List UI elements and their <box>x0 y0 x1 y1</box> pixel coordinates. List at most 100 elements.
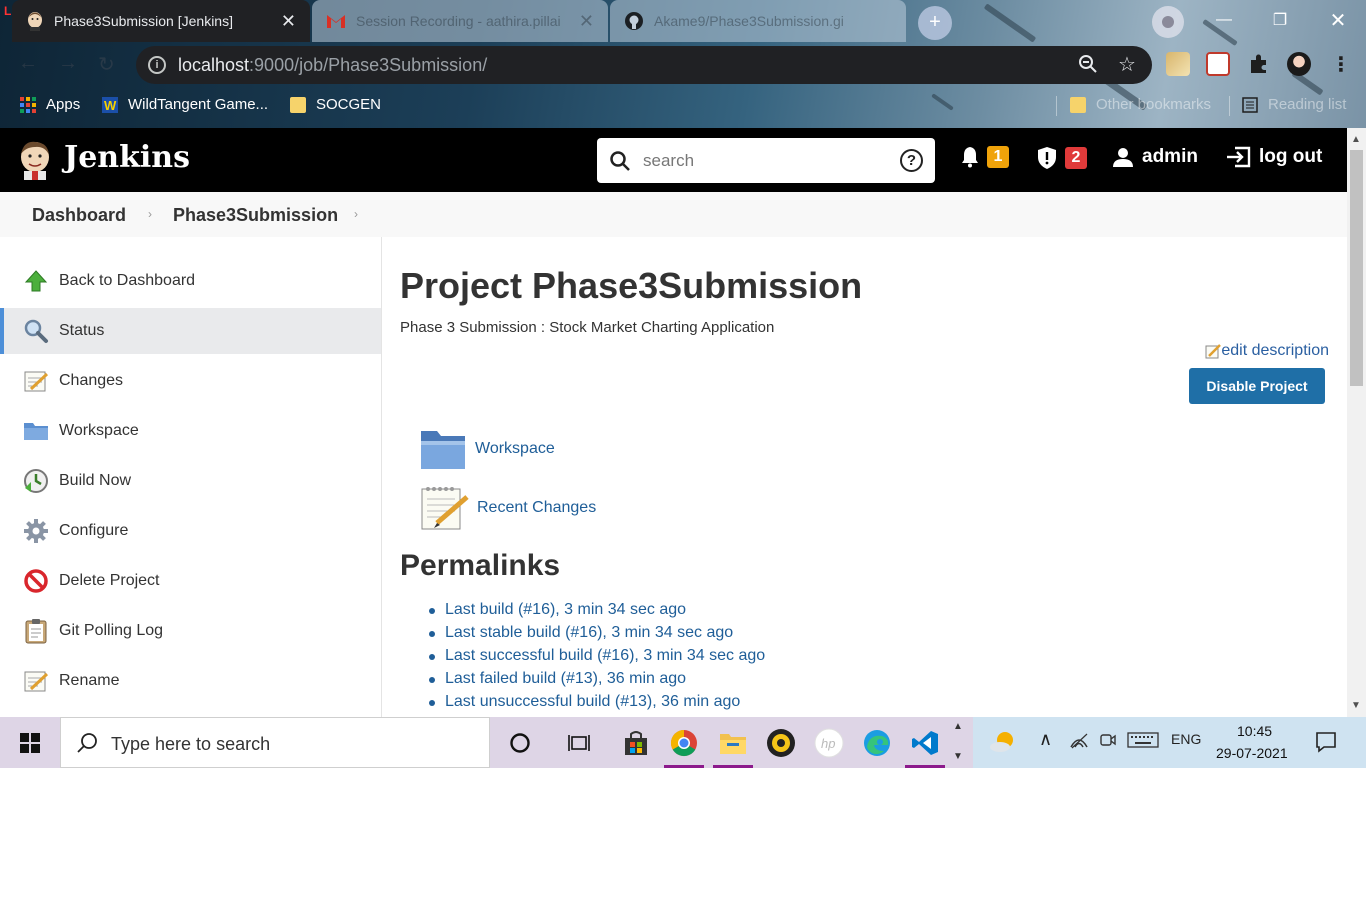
bookmark-reading-list[interactable]: Reading list <box>1242 96 1346 113</box>
clock-time[interactable]: 10:45 <box>1237 723 1272 739</box>
wildtangent-icon: W <box>102 96 118 113</box>
bookmark-other[interactable]: Other bookmarks <box>1070 96 1211 113</box>
forward-arrow-icon[interactable]: → <box>58 52 78 75</box>
bookmark-wildtangent[interactable]: W WildTangent Game... <box>102 96 268 113</box>
sidebar-item-delete-project[interactable]: Delete Project <box>0 558 381 604</box>
tab-close-icon[interactable]: ✕ <box>281 11 296 32</box>
info-icon[interactable]: i <box>148 56 166 74</box>
page-scrollbar[interactable]: ▲ ▼ <box>1347 128 1366 717</box>
search-icon <box>610 151 630 171</box>
restore-icon[interactable]: ❐ <box>1252 0 1308 40</box>
gmail-icon <box>327 15 345 28</box>
taskbar-search-input[interactable] <box>111 732 451 756</box>
permalink-last-successful-build[interactable]: Last successful build (#16), 3 min 34 se… <box>427 647 765 670</box>
media-player-icon[interactable] <box>757 717 805 768</box>
meet-now-icon[interactable] <box>1099 731 1117 752</box>
zoom-icon[interactable] <box>1078 54 1098 74</box>
permalink-last-unsuccessful-build[interactable]: Last unsuccessful build (#13), 36 min ag… <box>427 693 765 716</box>
bookmark-apps[interactable]: Apps <box>20 96 80 113</box>
sidebar-item-build-now[interactable]: Build Now <box>0 458 381 504</box>
avatar[interactable] <box>1287 52 1311 76</box>
jenkins-logo-text[interactable]: Jenkins <box>64 140 190 175</box>
notification-badge: 1 <box>987 146 1009 168</box>
edit-description-label: edit description <box>1221 342 1329 359</box>
clock-date[interactable]: 29-07-2021 <box>1216 745 1288 761</box>
help-icon[interactable]: ? <box>900 149 923 172</box>
scroll-down-icon[interactable]: ▼ <box>1351 700 1361 711</box>
weather-icon[interactable] <box>989 729 1019 758</box>
scroll-up-icon[interactable]: ▲ <box>1351 134 1361 145</box>
language-indicator[interactable]: ENG <box>1171 731 1201 747</box>
sidebar-item-git-polling-log[interactable]: Git Polling Log <box>0 608 381 654</box>
taskbar-scroll-down-icon[interactable]: ▼ <box>953 751 963 762</box>
sidebar-item-workspace[interactable]: Workspace <box>0 408 381 454</box>
folder-icon <box>290 96 306 113</box>
breadcrumb-project[interactable]: Phase3Submission <box>173 205 338 226</box>
sidebar-item-configure[interactable]: Configure <box>0 508 381 554</box>
url-text[interactable]: localhost:9000/job/Phase3Submission/ <box>178 55 487 76</box>
sidebar-item-rename[interactable]: Rename <box>0 658 381 704</box>
menu-dots-icon[interactable]: ⋮ <box>1331 52 1351 77</box>
close-window-icon[interactable]: ✕ <box>1310 0 1366 40</box>
task-view-icon[interactable] <box>556 717 604 768</box>
breadcrumb-chevron-icon[interactable]: › <box>354 207 358 221</box>
permalink-last-failed-build[interactable]: Last failed build (#13), 36 min ago <box>427 670 765 693</box>
jenkins-logo-icon[interactable] <box>18 140 52 180</box>
profile-icon[interactable] <box>1152 6 1184 38</box>
edge-icon[interactable] <box>853 717 901 768</box>
new-tab-button[interactable]: + <box>918 6 952 40</box>
store-icon[interactable] <box>612 717 660 768</box>
breadcrumb-chevron-icon[interactable]: › <box>148 207 152 221</box>
hp-icon[interactable]: hp <box>805 717 853 768</box>
breadcrumb-dashboard[interactable]: Dashboard <box>32 205 126 226</box>
tab-gmail[interactable]: Session Recording - aathira.pillai ✕ <box>312 0 608 42</box>
notifications-button[interactable]: 1 <box>960 146 1009 168</box>
search-box: ? <box>597 138 935 183</box>
chevron-up-icon[interactable]: ∧ <box>1039 729 1052 750</box>
main-content: Project Phase3Submission Phase 3 Submiss… <box>383 237 1347 717</box>
notification-center-icon[interactable] <box>1315 731 1337 756</box>
wifi-icon[interactable] <box>1069 731 1089 752</box>
sidebar-item-back-to-dashboard[interactable]: Back to Dashboard <box>0 258 381 304</box>
star-icon[interactable]: ☆ <box>1118 52 1136 77</box>
windows-start-button[interactable] <box>0 717 60 768</box>
search-icon <box>22 317 50 345</box>
tab-close-icon[interactable]: ✕ <box>579 11 594 32</box>
permalink-last-stable-build[interactable]: Last stable build (#16), 3 min 34 sec ag… <box>427 624 765 647</box>
keyboard-icon[interactable] <box>1127 731 1159 752</box>
chrome-icon[interactable] <box>660 717 708 768</box>
back-arrow-icon[interactable]: ← <box>18 52 38 75</box>
shield-icon <box>1038 147 1056 169</box>
file-explorer-icon[interactable] <box>709 717 757 768</box>
taskbar-scroll-up-icon[interactable]: ▲ <box>953 721 963 732</box>
bookmark-socgen[interactable]: SOCGEN <box>290 96 381 113</box>
recent-changes-link[interactable]: Recent Changes <box>419 483 596 533</box>
search-input[interactable] <box>643 149 883 173</box>
scrollbar-thumb[interactable] <box>1350 150 1363 386</box>
sidebar-item-label: Workspace <box>59 422 139 439</box>
workspace-link[interactable]: Workspace <box>419 427 555 471</box>
edit-description-link[interactable]: edit description <box>1205 342 1329 360</box>
user-button[interactable]: admin <box>1113 146 1198 168</box>
svg-text:W: W <box>104 98 117 113</box>
reload-icon[interactable]: ↻ <box>98 52 115 77</box>
sidebar-item-changes[interactable]: Changes <box>0 358 381 404</box>
logout-button[interactable]: log out <box>1226 146 1322 168</box>
bookmarks-divider <box>1229 96 1230 116</box>
extension-icon[interactable] <box>1206 52 1230 76</box>
tab-jenkins[interactable]: Phase3Submission [Jenkins] ✕ <box>12 0 310 42</box>
taskbar-search-box <box>60 717 490 768</box>
minimize-icon[interactable]: — <box>1196 0 1252 40</box>
sidebar-item-status[interactable]: Status <box>0 308 381 354</box>
clock-icon <box>22 467 50 495</box>
permalink-last-build[interactable]: Last build (#16), 3 min 34 sec ago <box>427 601 765 624</box>
security-button[interactable]: 2 <box>1036 146 1087 170</box>
tab-github[interactable]: Akame9/Phase3Submission.gi <box>610 0 906 42</box>
puzzle-icon[interactable] <box>1247 52 1271 76</box>
disable-project-button[interactable]: Disable Project <box>1189 368 1325 404</box>
vscode-icon[interactable] <box>901 717 949 768</box>
cortana-icon[interactable] <box>496 717 544 768</box>
address-bar[interactable]: i localhost:9000/job/Phase3Submission/ ☆ <box>136 46 1152 84</box>
extension-icon[interactable] <box>1166 52 1190 76</box>
sidebar-item-label: Configure <box>59 522 129 539</box>
